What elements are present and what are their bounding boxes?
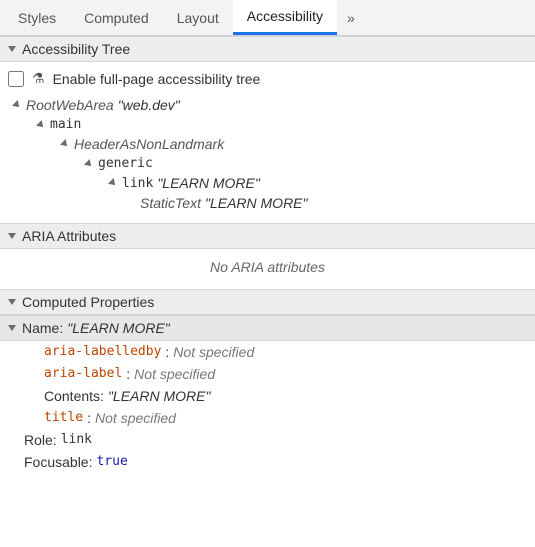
enable-full-page-label: Enable full-page accessibility tree [53, 71, 261, 87]
tab-computed[interactable]: Computed [70, 0, 163, 35]
prop-val: Not specified [173, 344, 254, 360]
accessibility-tree-panel: ⚗ Enable full-page accessibility tree Ro… [0, 62, 535, 223]
prop-row-aria-label: aria-label: Not specified [0, 363, 535, 385]
tree-role: StaticText [140, 195, 201, 211]
tree-role: generic [98, 156, 153, 171]
tab-styles[interactable]: Styles [4, 0, 70, 35]
prop-key: aria-labelledby [44, 344, 161, 360]
prop-row-title: title: Not specified [0, 407, 535, 429]
tree-role: HeaderAsNonLandmark [74, 136, 224, 152]
section-title: ARIA Attributes [22, 228, 116, 244]
prop-val: "LEARN MORE" [108, 388, 211, 404]
tree-caret-icon [12, 100, 22, 110]
tab-accessibility[interactable]: Accessibility [233, 0, 337, 35]
section-title: Computed Properties [22, 294, 154, 310]
tree-node-link[interactable]: link "LEARN MORE" [8, 173, 527, 193]
section-header-computed-properties[interactable]: Computed Properties [0, 289, 535, 315]
tab-layout[interactable]: Layout [163, 0, 233, 35]
prop-row-contents: Contents: "LEARN MORE" [0, 385, 535, 407]
tree-node-statictext[interactable]: StaticText "LEARN MORE" [8, 193, 527, 213]
tree-node-generic[interactable]: generic [8, 154, 527, 173]
devtools-tabbar: Styles Computed Layout Accessibility » [0, 0, 535, 36]
prop-key: aria-label [44, 366, 122, 382]
prop-row-role: Role: link [0, 429, 535, 451]
experimental-flask-icon: ⚗ [32, 70, 45, 87]
tree-caret-icon [108, 178, 118, 188]
tree-label: "web.dev" [118, 97, 180, 113]
prop-val: true [96, 454, 127, 470]
disclosure-triangle-icon [8, 46, 16, 52]
prop-key: Contents: [44, 388, 104, 404]
tree-caret-icon [60, 139, 70, 149]
disclosure-triangle-icon [8, 325, 16, 331]
tree-node-header[interactable]: HeaderAsNonLandmark [8, 134, 527, 154]
tree-role: main [50, 117, 81, 132]
prop-key: Focusable: [24, 454, 92, 470]
tree-caret-icon [36, 120, 46, 130]
tree-label: "LEARN MORE" [205, 195, 308, 211]
disclosure-triangle-icon [8, 233, 16, 239]
tree-role: link [122, 176, 153, 191]
tree-caret-icon [84, 159, 94, 169]
prop-row-focusable: Focusable: true [0, 451, 535, 473]
prop-val-name: "LEARN MORE" [67, 320, 170, 336]
enable-full-page-row: ⚗ Enable full-page accessibility tree [8, 68, 527, 95]
enable-full-page-checkbox[interactable] [8, 71, 24, 87]
prop-val: Not specified [134, 366, 215, 382]
tree-label: "LEARN MORE" [157, 175, 260, 191]
section-header-accessibility-tree[interactable]: Accessibility Tree [0, 36, 535, 62]
tabs-overflow-button[interactable]: » [337, 10, 365, 26]
tree-node-main[interactable]: main [8, 115, 527, 134]
computed-name-header[interactable]: Name: "LEARN MORE" [0, 315, 535, 341]
prop-key: Role: [24, 432, 57, 448]
prop-row-aria-labelledby: aria-labelledby: Not specified [0, 341, 535, 363]
section-title: Accessibility Tree [22, 41, 130, 57]
disclosure-triangle-icon [8, 299, 16, 305]
prop-key: title [44, 410, 83, 426]
tree-node-rootwebarea[interactable]: RootWebArea "web.dev" [8, 95, 527, 115]
prop-val: Not specified [95, 410, 176, 426]
prop-key-name: Name: [22, 320, 63, 336]
section-header-aria-attributes[interactable]: ARIA Attributes [0, 223, 535, 249]
tree-role: RootWebArea [26, 97, 114, 113]
aria-empty-message: No ARIA attributes [0, 249, 535, 289]
computed-properties-panel: Name: "LEARN MORE" aria-labelledby: Not … [0, 315, 535, 473]
prop-val: link [61, 432, 92, 448]
